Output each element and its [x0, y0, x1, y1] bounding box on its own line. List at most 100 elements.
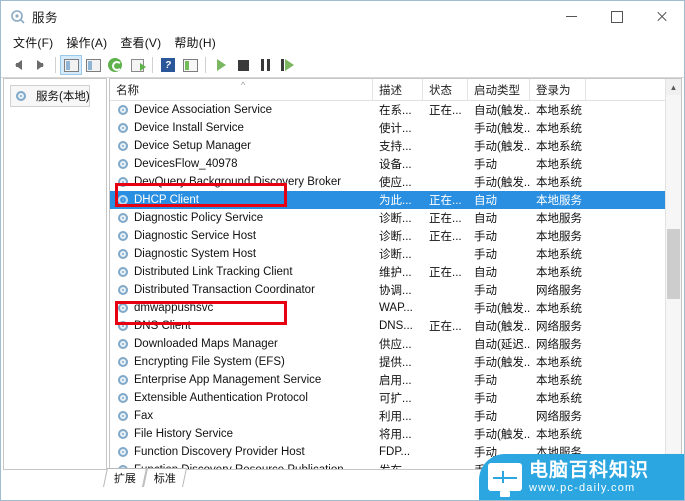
service-description-cell: 支持...: [379, 141, 412, 153]
service-name-cell: Distributed Link Tracking Client: [110, 266, 373, 278]
table-row[interactable]: Device Install Service 使计... 手动(触发... 本地系统: [110, 119, 681, 137]
service-name-cell: Extensible Authentication Protocol: [110, 392, 373, 404]
table-row[interactable]: Diagnostic Service Host 诊断... 正在... 手动 本地服务: [110, 227, 681, 245]
toolbar-separator: [152, 57, 153, 73]
minimize-icon: [566, 16, 577, 17]
service-startup-type-cell: 自动(延迟...: [474, 339, 530, 351]
table-row[interactable]: Encrypting File System (EFS) 提供... 手动(触发..…: [110, 353, 681, 371]
services-gear-icon: [117, 140, 129, 152]
column-name[interactable]: 名称 ^: [110, 79, 373, 100]
service-logon-cell: 本地系统: [536, 177, 582, 189]
start-service-button[interactable]: [210, 55, 232, 75]
services-gear-icon: [15, 90, 27, 102]
maximize-button[interactable]: [594, 1, 639, 32]
close-button[interactable]: [639, 1, 684, 32]
service-name-cell: DHCP Client: [110, 194, 373, 206]
services-gear-icon: [117, 230, 129, 242]
menu-view[interactable]: 查看(V): [116, 32, 170, 53]
service-logon-cell: 网络服务: [536, 285, 582, 297]
service-startup-type-cell: 手动: [474, 249, 497, 261]
vertical-scrollbar[interactable]: ▲ ▼: [665, 79, 681, 469]
service-logon-cell: 本地系统: [536, 303, 582, 315]
menu-file[interactable]: 文件(F): [9, 32, 62, 53]
service-name-cell: Distributed Transaction Coordinator: [110, 284, 373, 296]
title-bar: 服务: [1, 1, 684, 32]
column-startup-type[interactable]: 启动类型: [468, 79, 530, 100]
service-logon-cell: 本地服务: [536, 195, 582, 207]
refresh-button[interactable]: [104, 55, 126, 75]
table-row[interactable]: DevQuery Background Discovery Broker 使应..…: [110, 173, 681, 191]
table-row[interactable]: DevicesFlow_40978 设备... 手动 本地系统: [110, 155, 681, 173]
table-row[interactable]: Device Association Service 在系... 正在... 自动(触…: [110, 101, 681, 119]
service-logon-cell: 本地系统: [536, 249, 582, 261]
services-gear-icon: [117, 374, 129, 386]
show-hide-tree-button[interactable]: [60, 55, 82, 75]
close-icon: [656, 11, 668, 23]
service-name-label: DevQuery Background Discovery Broker: [134, 176, 342, 188]
table-row[interactable]: Fax 利用... 手动 网络服务: [110, 407, 681, 425]
service-name-label: DevicesFlow_40978: [134, 158, 238, 170]
table-row[interactable]: Downloaded Maps Manager 供应... 自动(延迟... 网络服务: [110, 335, 681, 353]
service-description-cell: FDP...: [379, 446, 411, 458]
table-row[interactable]: Distributed Transaction Coordinator 协调...…: [110, 281, 681, 299]
content-area: 服务(本地) 名称 ^ 描述 状态 启动类型 登录为 Device Associ…: [1, 78, 684, 470]
service-description-cell: 为此...: [379, 195, 412, 207]
properties-button[interactable]: [179, 55, 201, 75]
sort-ascending-icon: ^: [241, 80, 246, 90]
tab-standard-label: 标准: [153, 473, 176, 485]
tree-node-label: 服务(本地): [36, 91, 90, 103]
menu-help[interactable]: 帮助(H): [170, 32, 225, 53]
service-name-label: Enterprise App Management Service: [134, 374, 322, 386]
table-row[interactable]: DNS Client DNS... 正在... 自动(触发... 网络服务: [110, 317, 681, 335]
service-logon-cell: 本地系统: [536, 159, 582, 171]
column-description[interactable]: 描述: [373, 79, 423, 100]
service-name-cell: Encrypting File System (EFS): [110, 356, 373, 368]
stop-icon: [237, 59, 249, 71]
service-startup-type-cell: 手动: [474, 375, 497, 387]
services-list[interactable]: Device Association Service 在系... 正在... 自动(触…: [110, 101, 681, 469]
menu-action[interactable]: 操作(A): [62, 32, 116, 53]
table-row[interactable]: dmwappushsvc WAP... 手动(触发... 本地系统: [110, 299, 681, 317]
stop-service-button[interactable]: [232, 55, 254, 75]
table-row[interactable]: File History Service 将用... 手动(触发... 本地系统: [110, 425, 681, 443]
service-startup-type-cell: 手动(触发...: [474, 429, 530, 441]
service-description-cell: 提供...: [379, 357, 412, 369]
service-name-label: Diagnostic Service Host: [134, 230, 257, 242]
export-list-button[interactable]: [126, 55, 148, 75]
table-row[interactable]: Diagnostic Policy Service 诊断... 正在... 自动 本地服…: [110, 209, 681, 227]
service-description-cell: 可扩...: [379, 393, 412, 405]
pause-service-button[interactable]: [254, 55, 276, 75]
help-button[interactable]: ?: [157, 55, 179, 75]
arrow-right-icon: [36, 60, 44, 70]
services-gear-icon: [117, 338, 129, 350]
service-status-cell: 正在...: [429, 267, 462, 279]
service-name-label: Diagnostic Policy Service: [134, 212, 264, 224]
tab-extended[interactable]: 扩展: [102, 468, 148, 487]
toolbar: ?: [1, 53, 684, 78]
window-title: 服务: [32, 11, 59, 25]
services-gear-icon: [117, 392, 129, 404]
forward-button[interactable]: [29, 55, 51, 75]
show-hide-action-pane-button[interactable]: [82, 55, 104, 75]
service-startup-type-cell: 手动(触发...: [474, 123, 530, 135]
table-row[interactable]: DHCP Client 为此... 正在... 自动 本地服务: [110, 191, 681, 209]
column-log-on-as[interactable]: 登录为: [530, 79, 586, 100]
restart-service-button[interactable]: [276, 55, 298, 75]
table-row[interactable]: Diagnostic System Host 诊断... 手动 本地系统: [110, 245, 681, 263]
back-button[interactable]: [7, 55, 29, 75]
tree-node-services-local[interactable]: 服务(本地): [10, 85, 90, 107]
service-name-label: Device Install Service: [134, 122, 244, 134]
service-description-cell: 协调...: [379, 285, 412, 297]
scrollbar-thumb[interactable]: [667, 229, 680, 299]
scroll-up-button[interactable]: ▲: [666, 79, 681, 95]
tab-standard[interactable]: 标准: [142, 468, 188, 487]
console-tree-pane: 服务(本地): [3, 78, 107, 470]
minimize-button[interactable]: [549, 1, 594, 32]
service-logon-cell: 本地系统: [536, 267, 582, 279]
table-row[interactable]: Distributed Link Tracking Client 维护... 正在.…: [110, 263, 681, 281]
table-row[interactable]: Enterprise App Management Service 启用... 手动…: [110, 371, 681, 389]
table-row[interactable]: Extensible Authentication Protocol 可扩... 手…: [110, 389, 681, 407]
table-row[interactable]: Device Setup Manager 支持... 手动(触发... 本地系统: [110, 137, 681, 155]
column-status[interactable]: 状态: [423, 79, 468, 100]
service-description-cell: 诊断...: [379, 231, 412, 243]
